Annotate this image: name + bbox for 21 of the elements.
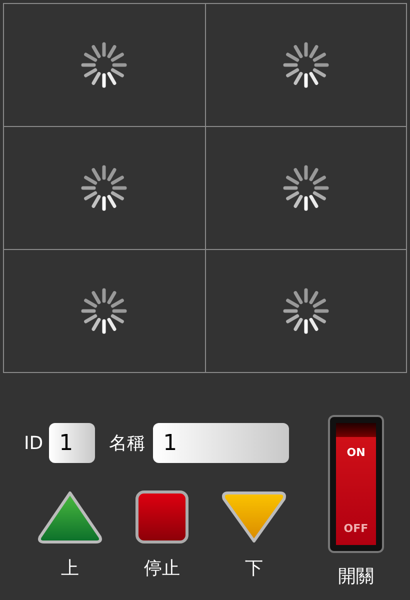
stop-icon[interactable]	[134, 489, 190, 545]
button-label: 上	[61, 557, 79, 581]
rocker-shadow	[336, 423, 376, 437]
loading-spinner-icon	[80, 41, 128, 89]
loading-spinner-icon	[282, 164, 330, 212]
off-text: OFF	[344, 520, 368, 536]
id-label: ID	[24, 432, 44, 456]
loading-spinner-icon	[282, 287, 330, 335]
loading-spinner-icon	[80, 164, 128, 212]
name-input[interactable]: 1	[153, 423, 290, 463]
power-switch[interactable]: ON OFF	[328, 415, 384, 553]
down-arrow-icon[interactable]	[220, 489, 288, 545]
button-label: 下	[245, 557, 263, 581]
button-label: 停止	[144, 557, 180, 581]
loading-spinner-icon	[80, 287, 128, 335]
loading-spinner-icon	[282, 41, 330, 89]
switch-label: 開關	[338, 565, 374, 589]
up-arrow-icon[interactable]	[36, 489, 104, 545]
name-label: 名稱	[109, 432, 146, 456]
on-text: ON	[346, 445, 366, 461]
id-input[interactable]: 1	[49, 423, 96, 463]
